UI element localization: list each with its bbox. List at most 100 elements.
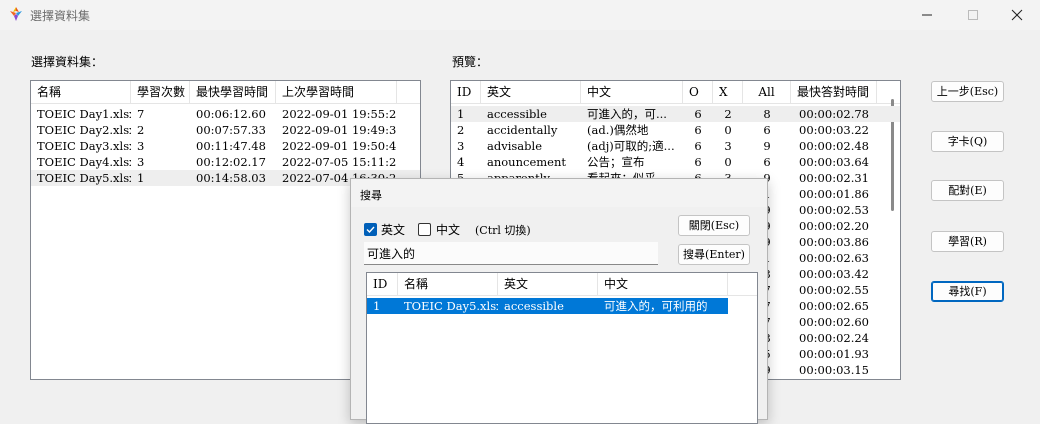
word-correct-count: 6 xyxy=(694,123,702,137)
toggle-hint: (Ctrl 切換) xyxy=(475,224,531,237)
english-checkbox[interactable] xyxy=(364,223,377,236)
learn-button[interactable]: 學習(R) xyxy=(931,231,1004,252)
dataset-name: TOEIC Day3.xlsx xyxy=(37,139,131,153)
column-header-all[interactable]: All xyxy=(743,81,791,103)
chinese-checkbox-label[interactable]: 中文 xyxy=(436,221,460,238)
word-english: advisable xyxy=(487,139,542,153)
preview-row[interactable]: 2 accidentally (ad.)偶然地 6 0 6 00:00:03.22 xyxy=(451,122,900,138)
word-total-count: 6 xyxy=(763,155,771,169)
preview-row[interactable]: 4 anouncement 公告；宣布 6 0 6 00:00:03.64 xyxy=(451,154,900,170)
word-id: 1 xyxy=(457,107,465,121)
chinese-checkbox[interactable] xyxy=(418,223,431,236)
word-fastest-time: 00:00:02.60 xyxy=(799,315,869,329)
dataset-last-studied: 2022-09-01 19:55:21 xyxy=(282,107,397,121)
word-fastest-time: 00:00:02.55 xyxy=(799,283,869,297)
search-dialog-titlebar[interactable]: 搜尋 xyxy=(351,179,767,207)
dataset-row[interactable]: TOEIC Day2.xlsx 2 00:07:57.33 2022-09-01 19… xyxy=(31,122,420,138)
word-fastest-time: 00:00:03.22 xyxy=(799,123,869,137)
word-wrong-count: 3 xyxy=(724,139,732,153)
dataset-fastest-time: 00:12:02.17 xyxy=(196,155,266,169)
dataset-fastest-time: 00:06:12.60 xyxy=(196,107,266,121)
flashcard-button[interactable]: 字卡(Q) xyxy=(931,131,1004,152)
column-header-fastest-time[interactable]: 最快學習時間 xyxy=(190,81,276,103)
word-fastest-time: 00:00:02.24 xyxy=(799,331,869,345)
dataset-row[interactable]: TOEIC Day1.xlsx 7 00:06:12.60 2022-09-01 19… xyxy=(31,106,420,122)
word-chinese: 可進入的，可... xyxy=(587,107,667,121)
column-header-id[interactable]: ID xyxy=(451,81,481,103)
column-header-chinese[interactable]: 中文 xyxy=(581,81,683,103)
word-correct-count: 6 xyxy=(694,139,702,153)
search-button[interactable]: 尋找(F) xyxy=(931,281,1004,302)
word-fastest-time: 00:00:03.64 xyxy=(799,155,869,169)
column-header-study-count[interactable]: 學習次數 xyxy=(131,81,190,103)
word-chinese: 公告；宣布 xyxy=(587,155,645,169)
word-fastest-time: 00:00:02.53 xyxy=(799,203,869,217)
word-fastest-time: 00:00:02.20 xyxy=(799,219,869,233)
word-wrong-count: 0 xyxy=(724,123,732,137)
column-header-last-studied[interactable]: 上次學習時間 xyxy=(276,81,397,103)
column-header-fastest-correct[interactable]: 最快答對時間 xyxy=(791,81,877,103)
word-fastest-time: 00:00:02.78 xyxy=(799,107,869,121)
close-button[interactable] xyxy=(994,0,1040,30)
back-button[interactable]: 上一步(Esc) xyxy=(931,81,1004,102)
checkmark-icon xyxy=(366,226,375,234)
dataset-study-count: 3 xyxy=(137,139,145,153)
word-fastest-time: 00:00:03.42 xyxy=(799,267,869,281)
word-total-count: 8 xyxy=(763,107,771,121)
search-result-header: ID 名稱 英文 中文 xyxy=(367,273,757,296)
close-dialog-button[interactable]: 關閉(Esc) xyxy=(678,215,750,236)
dataset-fastest-time: 00:11:47.48 xyxy=(196,139,266,153)
word-wrong-count: 0 xyxy=(724,155,732,169)
word-fastest-time: 00:00:02.63 xyxy=(799,251,869,265)
dataset-study-count: 7 xyxy=(137,107,145,121)
word-correct-count: 6 xyxy=(694,155,702,169)
word-english: anouncement xyxy=(487,155,566,169)
word-total-count: 9 xyxy=(763,139,771,153)
result-column-chinese[interactable]: 中文 xyxy=(598,273,728,295)
dataset-name: TOEIC Day1.xlsx xyxy=(37,107,131,121)
search-submit-button[interactable]: 搜尋(Enter) xyxy=(678,244,750,265)
minimize-button[interactable] xyxy=(904,0,950,30)
result-name: TOEIC Day5.xlsx xyxy=(404,299,498,313)
result-column-id[interactable]: ID xyxy=(367,273,398,295)
word-fastest-time: 00:00:03.15 xyxy=(799,363,869,377)
result-column-name[interactable]: 名稱 xyxy=(398,273,498,295)
preview-row[interactable]: 3 advisable (adj)可取的;適... 6 3 9 00:00:02.48 xyxy=(451,138,900,154)
search-input[interactable]: 可進入的 xyxy=(364,242,658,265)
preview-row[interactable]: 1 accessible 可進入的，可... 6 2 8 00:00:02.78 xyxy=(451,106,900,122)
search-result-row[interactable]: 1 TOEIC Day5.xlsx accessible 可進入的，可利用的 xyxy=(367,298,728,314)
maximize-icon xyxy=(968,10,978,20)
dataset-fastest-time: 00:14:58.03 xyxy=(196,171,266,185)
dataset-row[interactable]: TOEIC Day4.xlsx 3 00:12:02.17 2022-07-05 15… xyxy=(31,154,420,170)
word-id: 2 xyxy=(457,123,465,137)
search-input-value: 可進入的 xyxy=(367,247,416,261)
search-dialog-title: 搜尋 xyxy=(360,189,382,202)
search-result-list[interactable]: ID 名稱 英文 中文 1 TOEIC Day5.xlsx accessible 可進… xyxy=(366,272,758,424)
word-fastest-time: 00:00:02.48 xyxy=(799,139,869,153)
word-fastest-time: 00:00:01.86 xyxy=(799,187,869,201)
close-icon xyxy=(1011,9,1023,21)
match-button[interactable]: 配對(E) xyxy=(931,180,1004,201)
window-title: 選擇資料集 xyxy=(30,9,91,23)
word-fastest-time: 00:00:03.86 xyxy=(799,235,869,249)
dataset-list-header: 名稱 學習次數 最快學習時間 上次學習時間 xyxy=(31,81,420,104)
column-header-english[interactable]: 英文 xyxy=(481,81,581,103)
word-chinese: (adj)可取的;適... xyxy=(587,139,675,153)
word-english: accidentally xyxy=(487,123,558,137)
dataset-name: TOEIC Day5.xlsx xyxy=(37,171,131,185)
dataset-fastest-time: 00:07:57.33 xyxy=(196,123,266,137)
dataset-row[interactable]: TOEIC Day3.xlsx 3 00:11:47.48 2022-09-01 19… xyxy=(31,138,420,154)
word-id: 4 xyxy=(457,155,465,169)
word-fastest-time: 00:00:01.93 xyxy=(799,347,869,361)
dataset-name: TOEIC Day4.xlsx xyxy=(37,155,131,169)
maximize-button[interactable] xyxy=(950,0,996,30)
result-column-english[interactable]: 英文 xyxy=(498,273,598,295)
column-header-o[interactable]: O xyxy=(683,81,713,103)
dataset-name: TOEIC Day2.xlsx xyxy=(37,123,131,137)
english-checkbox-label[interactable]: 英文 xyxy=(381,221,405,238)
column-header-name[interactable]: 名稱 xyxy=(31,81,131,103)
dataset-last-studied: 2022-07-05 15:11:28 xyxy=(282,155,397,169)
column-header-x[interactable]: X xyxy=(713,81,743,103)
dataset-study-count: 2 xyxy=(137,123,145,137)
word-fastest-time: 00:00:02.31 xyxy=(799,171,869,185)
